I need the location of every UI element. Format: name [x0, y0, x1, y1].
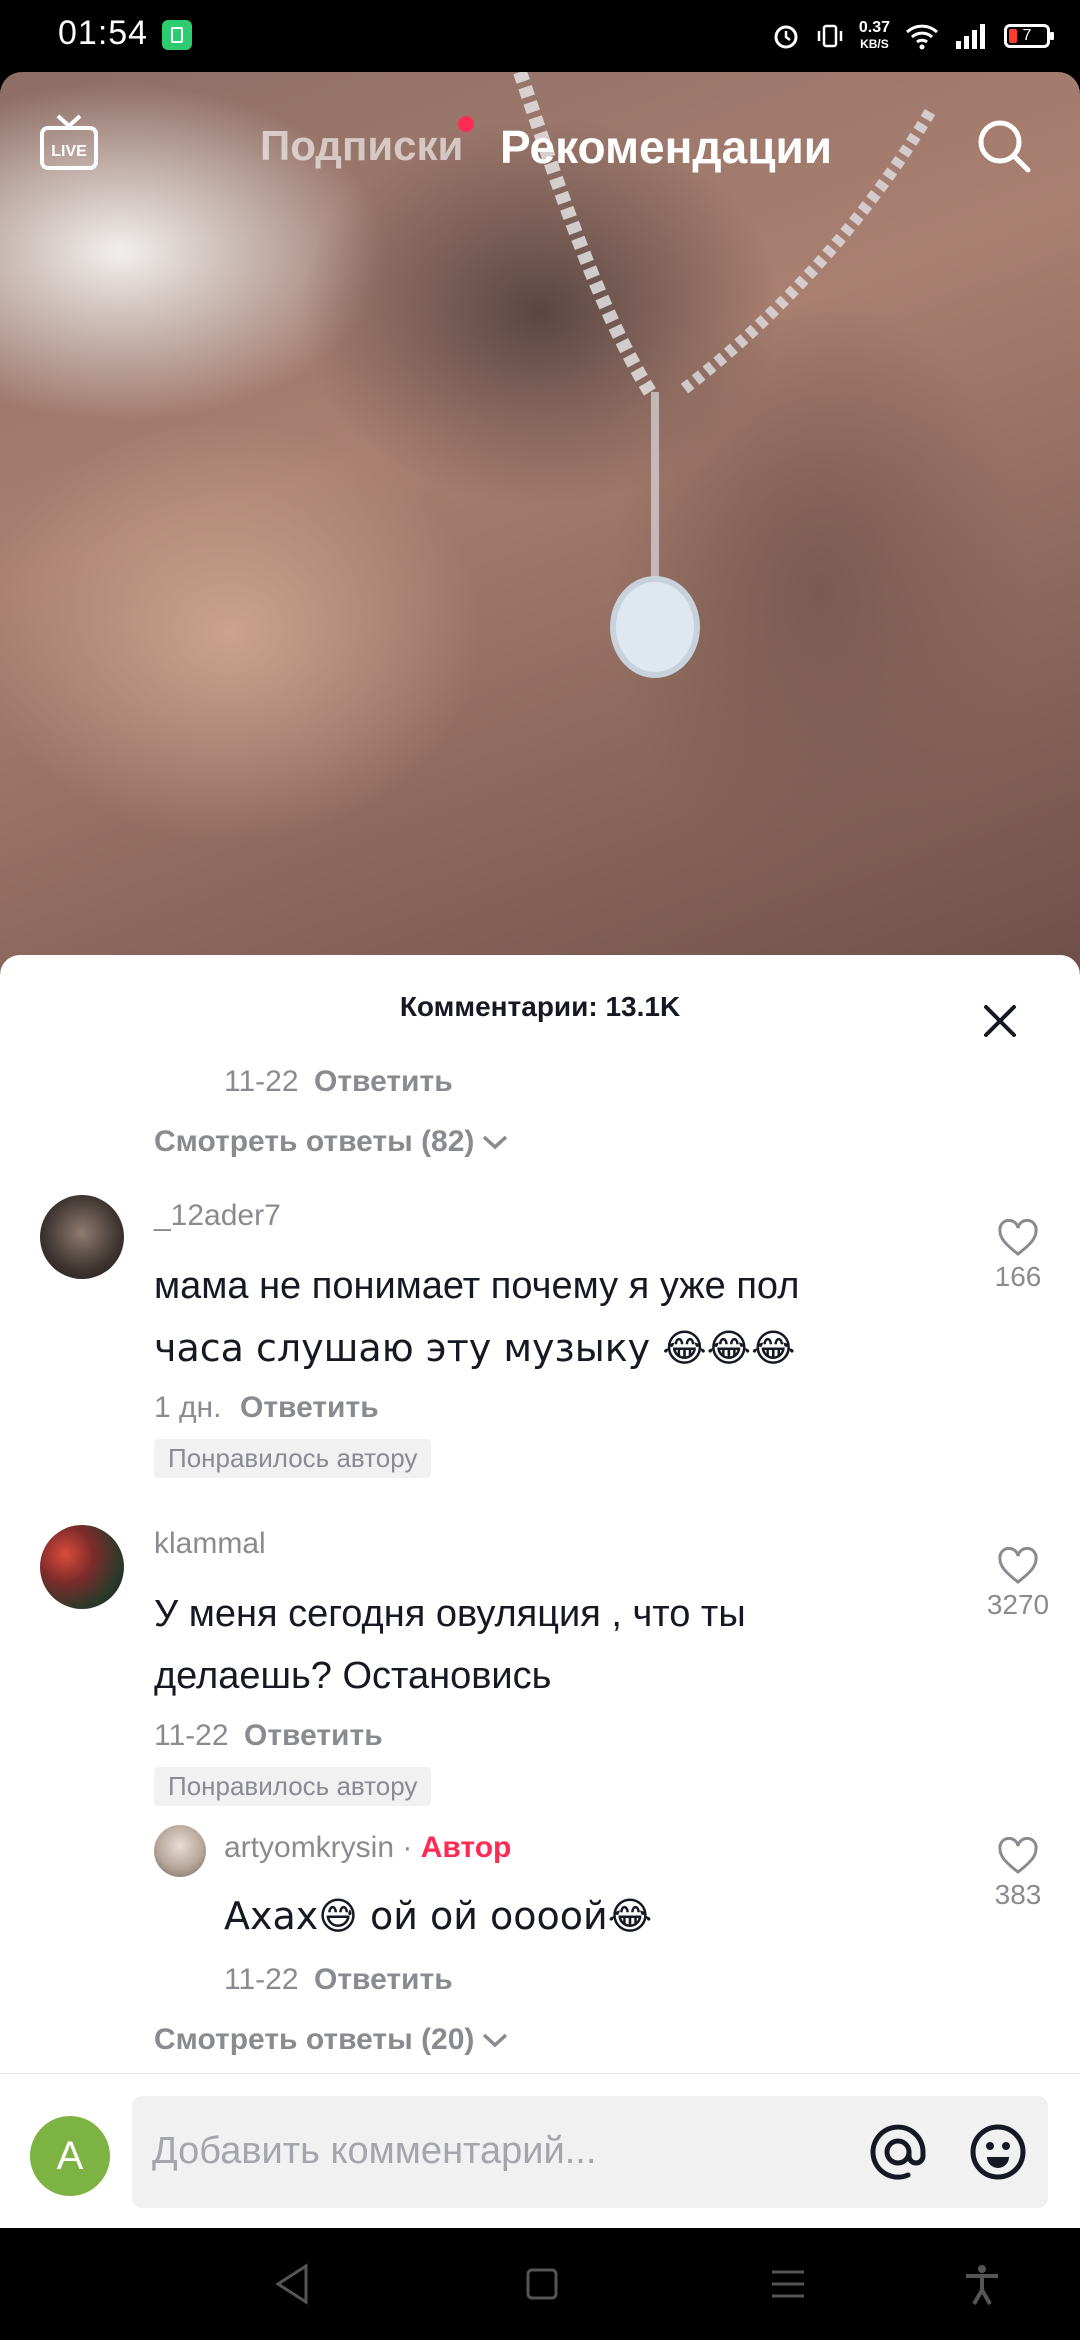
net-speed-value: 0.37	[858, 19, 890, 36]
reply-button[interactable]: Ответить	[244, 1719, 383, 1753]
comment-text-line: часа слушаю эту музыку 😂😂😂	[154, 1326, 796, 1370]
top-nav: LIVE Подписки Рекомендации	[0, 72, 1080, 212]
comment-input-placeholder: Добавить комментарий...	[152, 2130, 597, 2172]
tab-for-you[interactable]: Рекомендации	[500, 120, 832, 174]
view-replies-button[interactable]: Смотреть ответы (20)	[154, 2023, 510, 2057]
comment-input[interactable]: Добавить комментарий...	[132, 2096, 1048, 2208]
reply-username-line: artyomkrysin · Автор	[224, 1831, 511, 1865]
comment-text-line: мама не понимает почему я уже пол	[154, 1265, 800, 1307]
heart-icon	[998, 1219, 1038, 1256]
notification-dot	[458, 116, 474, 132]
like-button[interactable]: 166	[978, 1219, 1058, 1293]
comment-date: 11-22	[154, 1719, 229, 1752]
reply-button[interactable]: Ответить	[314, 1963, 453, 1997]
like-button[interactable]: 383	[978, 1837, 1058, 1911]
status-icons: 0.37 KB/S 7	[771, 14, 1054, 58]
close-icon[interactable]	[980, 1001, 1020, 1041]
avatar[interactable]	[40, 1195, 124, 1279]
net-speed-unit: KB/S	[860, 37, 889, 51]
back-icon[interactable]	[272, 2262, 312, 2306]
vibrate-icon	[817, 24, 843, 48]
search-icon[interactable]	[974, 116, 1034, 176]
sim-icon	[162, 20, 192, 50]
tab-following[interactable]: Подписки	[260, 122, 463, 170]
comments-title: Комментарии: 13.1K	[399, 991, 681, 1022]
live-label: LIVE	[51, 143, 87, 160]
reply-button[interactable]: Ответить	[240, 1391, 379, 1425]
separator: ·	[402, 1831, 413, 1864]
net-speed: 0.37 KB/S	[859, 20, 890, 52]
prev-reply-date: 11-22	[224, 1065, 299, 1098]
comment-date: 11-22	[224, 1963, 299, 1996]
author-tag: Автор	[420, 1831, 512, 1864]
comment-text-line: Ахах😅 ой ой оооой😂	[224, 1894, 653, 1938]
heart-icon	[998, 1547, 1038, 1584]
comment-username[interactable]: _12ader7	[154, 1199, 281, 1233]
view-replies-label: Смотреть ответы (82)	[154, 1125, 475, 1158]
status-time: 01:54	[58, 14, 149, 52]
prev-reply-button[interactable]: Ответить	[314, 1065, 453, 1099]
comment-text-line: делаешь? Остановись	[154, 1655, 552, 1697]
live-icon[interactable]: LIVE	[38, 112, 100, 174]
signal-icon	[956, 24, 985, 49]
comment-date: 1 дн.	[154, 1391, 222, 1424]
avatar[interactable]	[154, 1825, 206, 1877]
comment-username[interactable]: artyomkrysin	[224, 1831, 394, 1864]
battery-level: 7	[1022, 27, 1032, 44]
emoji-icon[interactable]	[968, 2122, 1028, 2182]
comment-text-line: У меня сегодня овуляция , что ты	[154, 1593, 746, 1635]
alarm-icon	[774, 25, 798, 49]
chevron-down-icon	[483, 1135, 508, 1150]
system-nav-bar	[0, 2228, 1080, 2340]
comment-input-bar: A Добавить комментарий...	[0, 2073, 1080, 2229]
home-icon[interactable]	[522, 2262, 562, 2306]
mention-icon[interactable]	[868, 2122, 928, 2182]
status-bar: 01:54 0.37 KB/S 7	[0, 0, 1080, 72]
recents-icon[interactable]	[768, 2262, 808, 2306]
comment-username[interactable]: klammal	[154, 1527, 266, 1561]
like-button[interactable]: 3270	[978, 1547, 1058, 1621]
battery-icon: 7	[1004, 24, 1054, 48]
comments-sheet: Комментарии: 13.1K 11-22 Ответить Смотре…	[0, 955, 1080, 2228]
my-avatar[interactable]: A	[30, 2116, 110, 2196]
heart-icon	[998, 1837, 1038, 1874]
avatar[interactable]	[40, 1525, 124, 1609]
like-count: 383	[994, 1879, 1042, 1910]
like-count: 166	[994, 1261, 1042, 1292]
view-replies-button[interactable]: Смотреть ответы (82)	[154, 1125, 510, 1159]
wifi-icon	[905, 24, 939, 50]
liked-by-author-badge: Понравилось автору	[154, 1767, 432, 1806]
chevron-down-icon	[483, 2033, 508, 2048]
liked-by-author-badge: Понравилось автору	[154, 1439, 432, 1478]
view-replies-label: Смотреть ответы (20)	[154, 2023, 475, 2056]
accessibility-icon[interactable]	[962, 2262, 1002, 2306]
like-count: 3270	[986, 1589, 1050, 1620]
